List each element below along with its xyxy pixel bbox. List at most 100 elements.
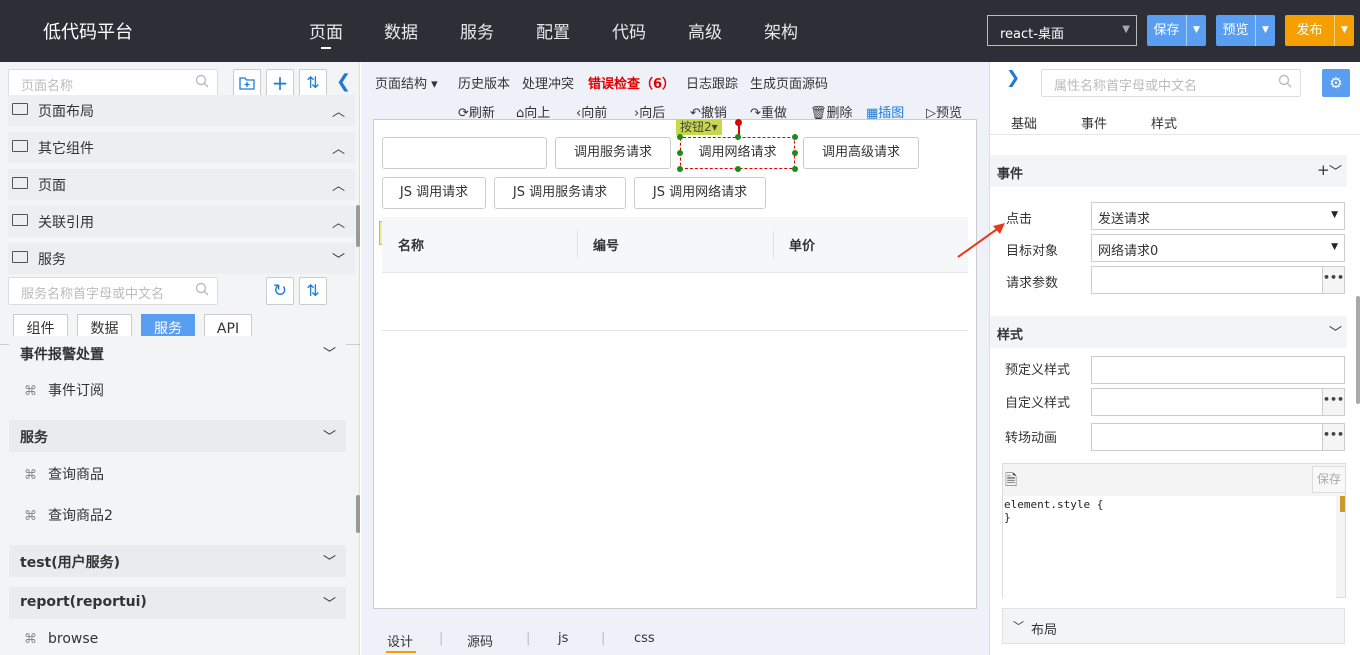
layout-section-header[interactable]: ﹀ 布局 — [1002, 608, 1345, 644]
tab-js[interactable]: js — [558, 631, 568, 646]
events-section-header[interactable]: 事件 + ﹀ — [990, 155, 1347, 187]
preview-dropdown-icon[interactable]: ▼ — [1255, 15, 1275, 46]
tab-css[interactable]: css — [634, 631, 655, 646]
section-services[interactable]: 服务 ﹀ — [8, 243, 355, 274]
group-service[interactable]: 服务 ﹀ — [9, 420, 346, 452]
section-pages[interactable]: 页面 ︿ — [8, 169, 355, 200]
more-icon[interactable]: ••• — [1322, 267, 1344, 293]
log-trace-link[interactable]: 日志跟踪 — [686, 73, 738, 92]
resolve-conflict-link[interactable]: 处理冲突 — [522, 73, 574, 92]
section-page-layout[interactable]: 页面布局 ︿ — [8, 95, 355, 126]
call-service-request-button[interactable]: 调用服务请求 — [555, 137, 671, 169]
chevron-down-icon[interactable]: ﹀ — [323, 593, 336, 612]
sort-icon[interactable]: ⇅ — [299, 69, 327, 97]
tab-basic[interactable]: 基础 — [1011, 113, 1037, 132]
collapse-right-icon[interactable]: ❯ — [1006, 68, 1020, 88]
chevron-up-icon[interactable]: ︿ — [332, 212, 345, 231]
chevron-up-icon[interactable]: ︿ — [332, 101, 345, 120]
call-network-request-button[interactable]: 调用网络请求 — [680, 137, 795, 169]
group-report[interactable]: report(reportui) ﹀ — [9, 587, 346, 619]
nav-data[interactable]: 数据 — [384, 18, 418, 43]
nav-architecture[interactable]: 架构 — [764, 18, 798, 43]
document-icon[interactable]: 🗎 — [1005, 470, 1023, 490]
refresh-icon[interactable]: ↻ — [266, 277, 294, 305]
chevron-down-icon[interactable]: ﹀ — [332, 249, 345, 268]
list-item[interactable]: ⌘ 事件订阅 — [24, 380, 104, 400]
chevron-down-icon[interactable]: ﹀ — [323, 551, 336, 570]
custom-style-input[interactable]: ••• — [1091, 388, 1345, 416]
transition-input[interactable]: ••• — [1091, 423, 1345, 451]
chevron-down-icon[interactable]: ﹀ — [323, 426, 336, 445]
text-input-widget[interactable] — [382, 137, 547, 169]
rotate-handle-knob[interactable] — [735, 119, 742, 126]
publish-dropdown-icon[interactable]: ▼ — [1334, 15, 1354, 46]
add-icon[interactable]: + — [266, 69, 294, 97]
js-call-service-request-button[interactable]: JS 调用服务请求 — [494, 177, 626, 209]
nav-code[interactable]: 代码 — [612, 18, 646, 43]
list-item[interactable]: ⌘ browse — [24, 631, 98, 647]
resize-handle[interactable] — [677, 134, 683, 140]
add-folder-icon[interactable] — [233, 69, 261, 97]
design-surface[interactable]: 调用服务请求 按钮2▾ 调用网络请求 调用高级请求 JS 调用请求 JS 调用服… — [373, 119, 977, 609]
tab-style[interactable]: 样式 — [1151, 113, 1177, 132]
js-call-request-button[interactable]: JS 调用请求 — [382, 177, 486, 209]
generate-source-link[interactable]: 生成页面源码 — [750, 73, 828, 92]
chevron-down-icon[interactable]: ﹀ — [323, 343, 336, 362]
preview-button[interactable]: 预览 ▼ — [1216, 15, 1275, 46]
resize-handle[interactable] — [792, 150, 798, 156]
chevron-down-icon[interactable]: ﹀ — [1329, 161, 1342, 180]
group-test-user-service[interactable]: test(用户服务) ﹀ — [9, 545, 346, 577]
style-section-header[interactable]: 样式 ﹀ — [990, 316, 1347, 348]
scrollbar-thumb[interactable] — [356, 495, 360, 533]
nav-advanced[interactable]: 高级 — [688, 18, 722, 43]
scrollbar-thumb[interactable] — [356, 205, 360, 247]
js-call-network-request-button[interactable]: JS 调用网络请求 — [634, 177, 766, 209]
nav-service[interactable]: 服务 — [460, 18, 494, 43]
service-search-input[interactable]: 服务名称首字母或中文名 — [8, 277, 218, 305]
tab-source[interactable]: 源码 — [467, 631, 493, 650]
resize-handle[interactable] — [792, 134, 798, 140]
tab-events[interactable]: 事件 — [1081, 113, 1107, 132]
page-structure-menu[interactable]: 页面结构 ▾ — [375, 73, 438, 92]
save-button[interactable]: 保存 ▼ — [1147, 15, 1206, 46]
chevron-down-icon[interactable]: ﹀ — [1329, 322, 1342, 341]
resize-handle[interactable] — [735, 166, 741, 172]
add-event-icon[interactable]: + — [1317, 161, 1330, 179]
resize-handle[interactable] — [792, 166, 798, 172]
property-search-input[interactable]: 属性名称首字母或中文名 — [1041, 69, 1301, 97]
request-params-input[interactable]: ••• — [1091, 266, 1345, 294]
nav-config[interactable]: 配置 — [536, 18, 570, 43]
resize-handle[interactable] — [735, 134, 741, 140]
gear-icon[interactable]: ⚙ — [1322, 69, 1350, 97]
resize-handle[interactable] — [677, 150, 683, 156]
resize-handle[interactable] — [677, 166, 683, 172]
collapse-left-icon[interactable]: ❮ — [336, 71, 351, 92]
section-references[interactable]: 关联引用 ︿ — [8, 206, 355, 237]
tab-design[interactable]: 设计 — [387, 631, 413, 650]
section-other-components[interactable]: 其它组件 ︿ — [8, 132, 355, 163]
call-advanced-request-button[interactable]: 调用高级请求 — [803, 137, 919, 169]
chevron-up-icon[interactable]: ︿ — [332, 175, 345, 194]
history-versions-link[interactable]: 历史版本 — [458, 73, 510, 92]
sort-icon[interactable]: ⇅ — [299, 277, 327, 305]
list-item[interactable]: ⌘ 查询商品 — [24, 464, 104, 484]
env-select[interactable]: react-桌面 ▼ — [987, 15, 1137, 46]
list-item[interactable]: ⌘ 查询商品2 — [24, 505, 113, 525]
nav-page[interactable]: 页面 — [309, 18, 343, 43]
css-save-button[interactable]: 保存 — [1312, 466, 1346, 493]
error-check-link[interactable]: 错误检查（6） — [588, 73, 675, 92]
css-code-area[interactable]: element.style { } — [1003, 496, 1336, 598]
page-search-input[interactable]: 页面名称 — [8, 69, 218, 97]
click-action-select[interactable]: 发送请求 ▼ — [1091, 202, 1345, 230]
scrollbar-thumb[interactable] — [1356, 296, 1360, 404]
group-event-alarm[interactable]: 事件报警处置 ﹀ — [9, 336, 346, 367]
chevron-up-icon[interactable]: ︿ — [332, 138, 345, 157]
save-dropdown-icon[interactable]: ▼ — [1186, 15, 1206, 46]
target-object-select[interactable]: 网络请求0 ▼ — [1091, 234, 1345, 262]
publish-button[interactable]: 发布 ▼ — [1285, 15, 1354, 46]
predefined-style-input[interactable] — [1091, 356, 1345, 384]
more-icon[interactable]: ••• — [1322, 424, 1344, 450]
more-icon[interactable]: ••• — [1322, 389, 1344, 415]
css-editor[interactable]: 🗎 保存 element.style { } — [1002, 463, 1346, 598]
selected-component-tag[interactable]: 按钮2▾ — [676, 119, 722, 135]
